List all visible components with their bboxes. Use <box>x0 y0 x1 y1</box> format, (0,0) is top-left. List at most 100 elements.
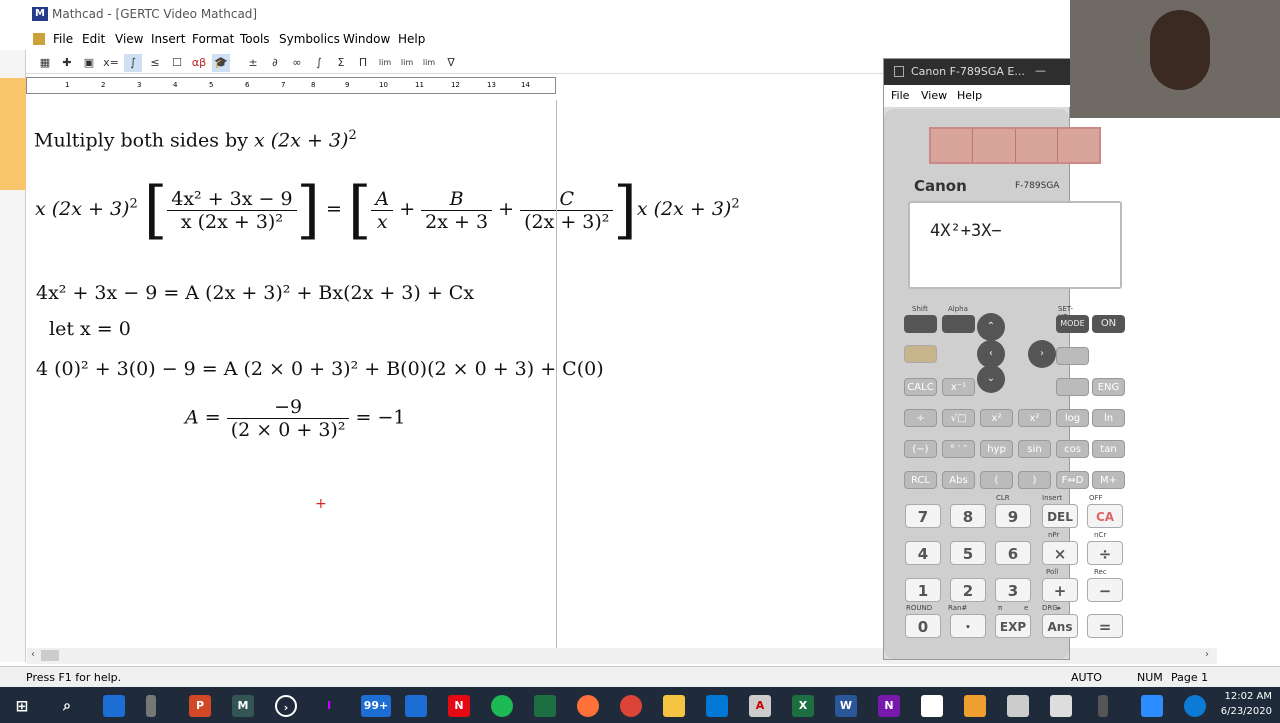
excel-icon[interactable]: X <box>792 695 814 717</box>
limit-right-icon[interactable]: lim <box>398 54 416 72</box>
math-line-4[interactable]: let x = 0 <box>49 318 131 340</box>
log-key[interactable]: log <box>1056 409 1089 427</box>
pdf-icon[interactable]: A <box>749 695 771 717</box>
evaluation-toolbar-icon[interactable]: x= <box>102 54 120 72</box>
text-app-icon[interactable]: I <box>318 695 340 717</box>
hyp-key[interactable]: hyp <box>980 440 1013 458</box>
key-0[interactable]: 0 <box>905 614 941 638</box>
search-icon[interactable]: ⌕ <box>56 695 78 717</box>
key-3[interactable]: 3 <box>995 578 1031 602</box>
inverse-key[interactable]: x⁻¹ <box>942 378 975 396</box>
menu-symbolics[interactable]: Symbolics <box>279 32 340 46</box>
mode-key[interactable]: MODE <box>1056 315 1089 333</box>
derivative-icon[interactable]: ∂ <box>266 54 284 72</box>
cos-key[interactable]: cos <box>1056 440 1089 458</box>
limit-left-icon[interactable]: lim <box>420 54 438 72</box>
square-key[interactable]: x² <box>980 409 1013 427</box>
del-key[interactable]: DEL <box>1042 504 1078 528</box>
decimal-key[interactable]: · <box>950 614 986 638</box>
multiply-key[interactable]: × <box>1042 541 1078 565</box>
calc-menu-help[interactable]: Help <box>957 89 982 102</box>
infinity-icon[interactable]: ∞ <box>288 54 306 72</box>
evernote-icon[interactable] <box>921 695 943 717</box>
minimize-button[interactable]: — <box>1035 64 1046 77</box>
eng-key[interactable]: ENG <box>1092 378 1125 396</box>
summation-icon[interactable]: Σ <box>332 54 350 72</box>
key-8[interactable]: 8 <box>950 504 986 528</box>
alpha-key[interactable] <box>942 315 975 333</box>
chrome-icon[interactable] <box>620 695 642 717</box>
edge-icon[interactable] <box>1184 695 1206 717</box>
menu-help[interactable]: Help <box>398 32 425 46</box>
scroll-left-icon[interactable]: ‹ <box>31 649 35 660</box>
menu-format[interactable]: Format <box>192 32 234 46</box>
matrix-toolbar-icon[interactable]: ▣ <box>80 54 98 72</box>
menu-tools[interactable]: Tools <box>240 32 270 46</box>
menu-window[interactable]: Window <box>343 32 390 46</box>
sin-key[interactable]: sin <box>1018 440 1051 458</box>
math-line-1[interactable]: Multiply both sides by x (2x + 3)2 <box>34 128 357 151</box>
math-line-5[interactable]: 4 (0)² + 3(0) − 9 = A (2 × 0 + 3)² + B(0… <box>36 358 604 380</box>
math-line-2[interactable]: x (2x + 3)2 [4x² + 3x − 9x (2x + 3)²] = … <box>35 179 740 242</box>
shift-key[interactable] <box>904 315 937 333</box>
scroll-thumb[interactable] <box>41 650 59 661</box>
frac-key[interactable] <box>1056 378 1089 396</box>
definite-integral-icon[interactable]: ∫ <box>310 54 328 72</box>
negative-key[interactable]: (−) <box>904 440 937 458</box>
degree-key[interactable]: ° ′ ″ <box>942 440 975 458</box>
close-paren-key[interactable]: ) <box>1018 471 1051 489</box>
divide-key[interactable]: ÷ <box>1087 541 1123 565</box>
plus-minus-icon[interactable]: ± <box>244 54 262 72</box>
calc-menu-file[interactable]: File <box>891 89 909 102</box>
calculator-toolbar-icon[interactable]: ▦ <box>36 54 54 72</box>
mplus-key[interactable]: M+ <box>1092 471 1125 489</box>
slides-icon[interactable] <box>964 695 986 717</box>
mathcad-taskbar-icon[interactable]: M <box>232 695 254 717</box>
calculus-toolbar-icon[interactable]: ∫ <box>124 54 142 72</box>
calculator-taskbar-icon[interactable] <box>1050 695 1072 717</box>
menu-view[interactable]: View <box>115 32 143 46</box>
onenote-icon[interactable]: N <box>878 695 900 717</box>
limit-icon[interactable]: lim <box>376 54 394 72</box>
graph-toolbar-icon[interactable]: ✚ <box>58 54 76 72</box>
equals-key[interactable]: = <box>1087 614 1123 638</box>
open-paren-key[interactable]: ( <box>980 471 1013 489</box>
phone-icon[interactable] <box>146 695 156 717</box>
system-clock[interactable]: 12:02 AM 6/23/2020 <box>1221 689 1272 719</box>
math-line-3[interactable]: 4x² + 3x − 9 = A (2x + 3)² + Bx(2x + 3) … <box>36 282 474 304</box>
word-icon[interactable]: W <box>835 695 857 717</box>
worksheet[interactable]: Multiply both sides by x (2x + 3)2 x (2x… <box>27 100 883 648</box>
key-9[interactable]: 9 <box>995 504 1031 528</box>
media-icon[interactable]: › <box>275 695 297 717</box>
netflix-icon[interactable]: N <box>448 695 470 717</box>
menu-file[interactable]: File <box>53 32 73 46</box>
product-icon[interactable]: Π <box>354 54 372 72</box>
gradient-icon[interactable]: ∇ <box>442 54 460 72</box>
mail-icon[interactable]: 99+ <box>361 695 391 717</box>
task-view-icon[interactable] <box>103 695 125 717</box>
scroll-right-icon[interactable]: › <box>1205 649 1209 660</box>
math-line-6[interactable]: A = −9 (2 × 0 + 3)² = −1 <box>185 396 405 441</box>
key-6[interactable]: 6 <box>995 541 1031 565</box>
menu-insert[interactable]: Insert <box>151 32 185 46</box>
arrow-down-icon[interactable]: ⌄ <box>977 365 1005 393</box>
paint-icon[interactable] <box>1007 695 1029 717</box>
ca-key[interactable]: CA <box>1087 504 1123 528</box>
zoom-icon[interactable] <box>1141 695 1163 717</box>
powerpoint-icon[interactable]: P <box>189 695 211 717</box>
sqrt-key[interactable]: √□ <box>942 409 975 427</box>
symbolic-toolbar-icon[interactable]: 🎓 <box>212 54 230 72</box>
minus-key[interactable]: − <box>1087 578 1123 602</box>
store-icon[interactable] <box>706 695 728 717</box>
fraction-key[interactable]: ÷ <box>904 409 937 427</box>
ln-key[interactable]: ln <box>1092 409 1125 427</box>
key-1[interactable]: 1 <box>905 578 941 602</box>
key-7[interactable]: 7 <box>905 504 941 528</box>
calendar-icon[interactable] <box>405 695 427 717</box>
spotify-icon[interactable] <box>491 695 513 717</box>
ans-key[interactable]: Ans <box>1042 614 1078 638</box>
tan-key[interactable]: tan <box>1092 440 1125 458</box>
shift-active-key[interactable] <box>904 345 937 363</box>
abs-key[interactable]: Abs <box>942 471 975 489</box>
arrow-left-icon[interactable]: ‹ <box>977 340 1005 368</box>
